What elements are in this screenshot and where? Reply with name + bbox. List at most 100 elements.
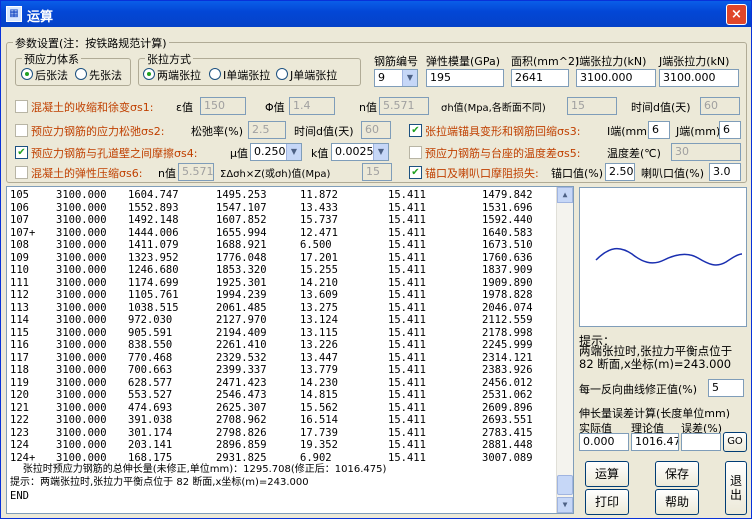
tension-radio-j[interactable]	[276, 68, 288, 80]
s7-anchor-input[interactable]: 2.50	[605, 163, 635, 181]
output-cell: 15.411	[388, 351, 426, 364]
output-cell: 1479.842	[482, 189, 533, 201]
s1-eps-input[interactable]: 150	[200, 97, 246, 115]
s1-n-input[interactable]: 5.571	[379, 97, 429, 115]
output-cell: 2178.998	[482, 326, 533, 339]
output-cell: 15.411	[388, 226, 426, 239]
s5-checkbox[interactable]	[409, 146, 422, 159]
output-row: 116 3100.000 838.550 2261.410 13.226 15.411 22…	[10, 339, 555, 352]
output-cell: 19.352	[300, 439, 338, 451]
s2-checkbox[interactable]	[15, 124, 28, 137]
output-cell: 2783.415	[482, 426, 533, 439]
output-cell: 3100.000	[56, 439, 107, 451]
output-cell: 2112.559	[482, 314, 533, 326]
output-cell: 13.447	[300, 351, 338, 364]
output-cell: 1531.696	[482, 201, 533, 214]
elong-theory-input[interactable]: 1016.47	[631, 433, 679, 451]
output-cell: 13.124	[300, 314, 338, 326]
output-cell: 770.468	[128, 351, 173, 364]
go-button[interactable]: GO	[723, 432, 747, 452]
save-button[interactable]: 保存	[655, 461, 699, 487]
output-row: 112 3100.000 1105.761 1994.239 13.609 15.411 1…	[10, 289, 555, 302]
s4-k-value: 0.0025	[335, 145, 374, 158]
s3-checkbox[interactable]: ✔	[409, 124, 422, 137]
s5-temp-input[interactable]: 30	[671, 143, 741, 161]
output-cell: 2881.448	[482, 439, 533, 451]
output-cell: 15.411	[388, 214, 426, 226]
tension-radio-i[interactable]	[209, 68, 221, 80]
exit-button[interactable]: 退出	[725, 461, 747, 515]
scroll-thumb[interactable]	[557, 475, 573, 495]
output-cell: 3100.000	[56, 376, 107, 389]
output-cell: 1174.699	[128, 276, 179, 289]
force-i-input[interactable]: 3100.000	[576, 69, 656, 87]
output-cell: 1105.761	[128, 289, 179, 301]
s4-mu-select[interactable]: 0.250 ▼	[250, 143, 302, 161]
output-cell: 3100.000	[56, 339, 107, 351]
s5-temp-label: 温度差(℃)	[607, 147, 661, 160]
output-cell: 2471.423	[216, 376, 267, 389]
help-button[interactable]: 帮助	[655, 489, 699, 515]
close-button[interactable]: ×	[726, 4, 747, 25]
s3-i-label: I端(mm)	[607, 125, 652, 138]
s2-relax-input[interactable]: 2.5	[248, 121, 286, 139]
output-cell: 15.737	[300, 214, 338, 226]
s2-t-input[interactable]: 60	[361, 121, 391, 139]
scroll-up-icon[interactable]: ▲	[557, 187, 573, 203]
output-cell: 15.411	[388, 426, 426, 439]
output-cell: 1607.852	[216, 214, 267, 226]
s6-n-input[interactable]: 5.571	[178, 163, 214, 181]
output-cell: 301.174	[128, 426, 173, 439]
output-scrollbar[interactable]: ▲ ▼	[556, 187, 573, 513]
output-cell: 123	[10, 426, 29, 439]
output-cell: 1776.048	[216, 251, 267, 264]
output-cell: 1411.079	[128, 239, 179, 251]
s7-anchor-label: 锚口值(%)	[551, 167, 604, 180]
s7-checkbox[interactable]: ✔	[409, 166, 422, 179]
curve-correction-input[interactable]: 5	[708, 379, 744, 397]
output-row: 107 3100.000 1492.148 1607.852 15.737 15.411 1…	[10, 214, 555, 227]
s4-checkbox[interactable]: ✔	[15, 146, 28, 159]
s1-checkbox[interactable]	[15, 100, 28, 113]
run-button[interactable]: 运算	[585, 461, 629, 487]
force-j-input[interactable]: 3100.000	[659, 69, 739, 87]
main-window: ▦ 运算 × 参数设置(注：按铁路规范计算) 预应力体系 后张法 先张法 张拉方…	[0, 0, 752, 519]
output-cell: 3100.000	[56, 401, 107, 414]
output-cell: 15.411	[388, 439, 426, 451]
output-textarea[interactable]: 105 3100.000 1604.747 1495.253 11.872 15.411 1…	[6, 186, 574, 514]
s3-j-input[interactable]: 6	[719, 121, 741, 139]
tension-radio-both[interactable]	[143, 68, 155, 80]
output-cell: 2329.532	[216, 351, 267, 364]
s1-phi-input[interactable]: 1.4	[289, 97, 335, 115]
rebar-select[interactable]: 9 ▼	[374, 69, 418, 87]
modulus-input[interactable]: 195	[426, 69, 504, 87]
output-cell: 553.527	[128, 389, 173, 401]
s1-t-input[interactable]: 60	[700, 97, 740, 115]
output-cell: 2609.896	[482, 401, 533, 414]
s3-i-input[interactable]: 6	[648, 121, 670, 139]
elong-err-input[interactable]	[681, 433, 721, 451]
system-radio-pre[interactable]	[75, 68, 87, 80]
scroll-down-icon[interactable]: ▼	[557, 497, 573, 513]
window-title: 运算	[27, 10, 54, 25]
area-input[interactable]: 2641	[511, 69, 569, 87]
s4-k-select[interactable]: 0.0025 ▼	[331, 143, 389, 161]
s6-sum-input[interactable]: 15	[362, 163, 392, 181]
s6-checkbox[interactable]	[15, 166, 28, 179]
tension-label-j: J单端张拉	[290, 69, 338, 82]
s1-sh-input[interactable]: 15	[567, 97, 617, 115]
system-radio-post[interactable]	[21, 68, 33, 80]
elong-actual-input[interactable]: 0.000	[579, 433, 629, 451]
chevron-down-icon: ▼	[373, 144, 388, 160]
app-icon: ▦	[6, 6, 22, 22]
s7-horn-input[interactable]: 3.0	[709, 163, 741, 181]
output-cell: 2245.999	[482, 339, 533, 351]
output-cell: 6.500	[300, 239, 332, 251]
s3-label: 张拉端锚具变形和钢筋回缩σs3:	[425, 125, 581, 138]
output-cell: 3100.000	[56, 239, 107, 251]
output-cell: 2127.970	[216, 314, 267, 326]
output-cell: 1673.510	[482, 239, 533, 251]
output-row: 123 3100.000 301.174 2798.826 17.739 15.411 27…	[10, 427, 555, 440]
output-cell: 13.115	[300, 326, 338, 339]
print-button[interactable]: 打印	[585, 489, 629, 515]
